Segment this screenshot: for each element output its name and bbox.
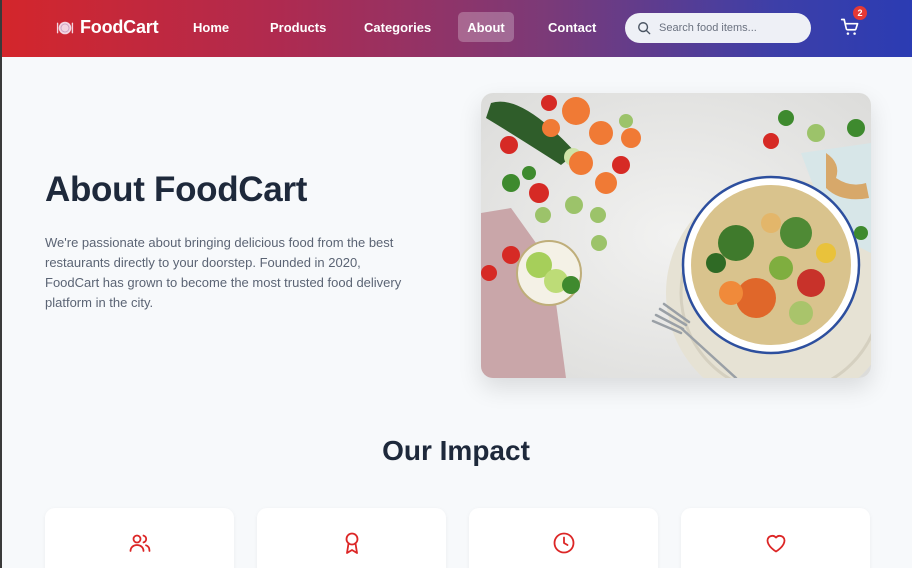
nav-home[interactable]: Home	[193, 20, 229, 35]
impact-card-users	[45, 508, 234, 568]
section-title-impact: Our Impact	[382, 435, 530, 466]
users-icon	[129, 534, 151, 552]
cart-count-badge: 2	[853, 6, 867, 20]
impact-card-time	[469, 508, 658, 568]
brand-logo[interactable]: FoodCart	[56, 17, 159, 38]
impact-card-love	[681, 508, 870, 568]
navbar: FoodCart Home Products Categories About …	[0, 0, 912, 57]
impact-card-award	[257, 508, 446, 568]
brand-name: FoodCart	[80, 17, 159, 37]
award-ribbon-icon	[345, 532, 359, 554]
plate-utensils-icon	[56, 21, 74, 34]
nav-about[interactable]: About	[458, 12, 514, 42]
search-bar[interactable]	[625, 13, 811, 43]
window-edge	[0, 0, 2, 568]
shopping-cart-icon[interactable]	[840, 17, 860, 37]
food-bowl-salad-photo	[481, 93, 871, 378]
clock-icon	[553, 532, 575, 554]
search-icon	[638, 22, 651, 35]
nav-categories[interactable]: Categories	[364, 20, 431, 35]
nav-products[interactable]: Products	[270, 20, 326, 35]
hero-description: We're passionate about bringing deliciou…	[45, 235, 402, 310]
heart-icon	[766, 535, 786, 553]
nav-contact[interactable]: Contact	[548, 20, 596, 35]
search-input[interactable]	[659, 22, 799, 34]
page-title: About FoodCart	[45, 170, 308, 209]
